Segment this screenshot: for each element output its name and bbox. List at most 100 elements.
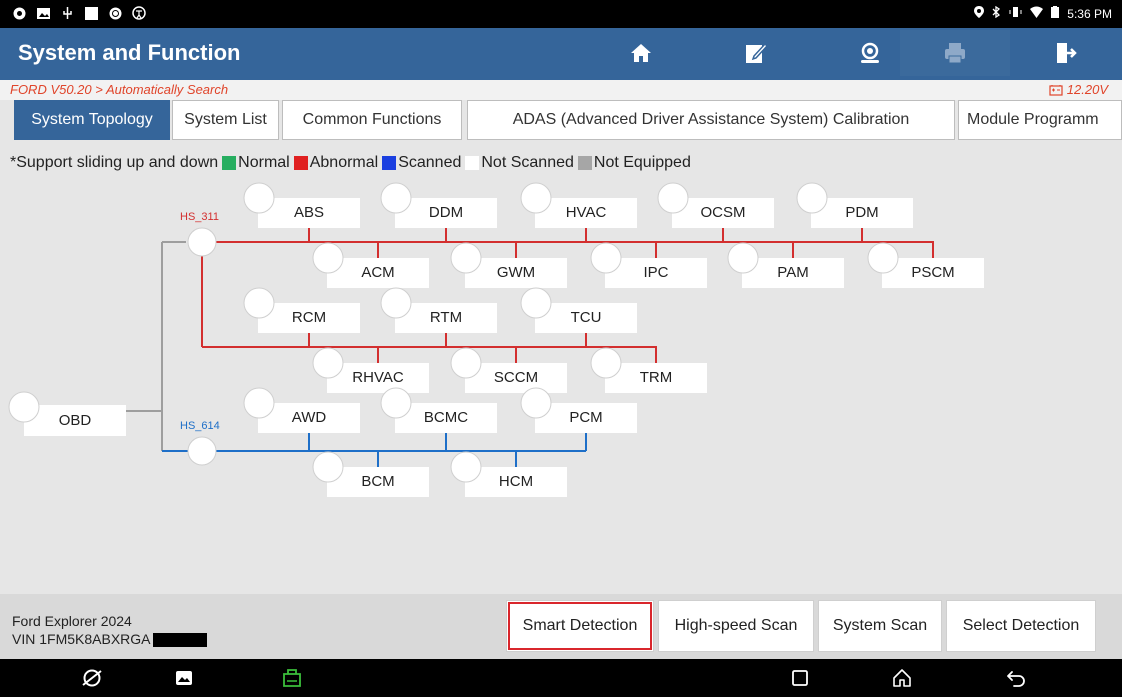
module-rcm[interactable]: RCM	[243, 287, 360, 333]
tab-system-list[interactable]: System List	[172, 100, 279, 140]
module-label: DDM	[429, 204, 463, 221]
bus-label-hs311: HS_311	[180, 211, 219, 223]
bus-node-hs311[interactable]	[187, 227, 217, 257]
module-bcm[interactable]: BCM	[312, 451, 429, 497]
car-battery-icon	[1049, 84, 1063, 96]
vci-connector-icon	[283, 669, 301, 687]
edit-report-icon	[746, 42, 768, 63]
module-sccm[interactable]: SCCM	[450, 347, 567, 393]
module-label: HCM	[499, 473, 533, 490]
edit-report-button[interactable]	[700, 30, 812, 76]
battery-icon	[1051, 6, 1060, 21]
tab-module-programming[interactable]: Module Programm	[958, 100, 1122, 140]
legend-not-equipped: Not Equipped	[593, 154, 691, 171]
bluetooth-icon	[992, 5, 1001, 21]
image-notification-icon	[36, 6, 50, 20]
support-agent-icon	[861, 42, 879, 63]
module-gwm[interactable]: GWM	[450, 242, 567, 288]
legend-not-scanned: Not Scanned	[481, 154, 574, 171]
module-label-obd: OBD	[59, 412, 92, 429]
module-label: RTM	[430, 309, 462, 326]
home-icon	[631, 44, 651, 62]
tab-adas-calibration[interactable]: ADAS (Advanced Driver Assistance System)…	[467, 100, 955, 140]
gallery-icon	[176, 671, 192, 685]
bottom-action-bar: Ford Explorer 2024 VIN 1FM5K8ABXRGA Smar…	[0, 594, 1122, 659]
print-button[interactable]	[900, 30, 1010, 76]
vibrate-icon	[1009, 6, 1022, 21]
exit-button[interactable]	[1010, 30, 1122, 76]
vehicle-vin: VIN 1FM5K8ABXRGA	[12, 631, 151, 647]
module-label: PCM	[569, 409, 602, 426]
smart-detection-button[interactable]: Smart Detection	[506, 600, 654, 652]
accessibility-icon	[132, 6, 146, 20]
back-arrow-icon	[1007, 671, 1025, 687]
back-nav-button[interactable]	[1004, 667, 1028, 689]
tab-common-functions[interactable]: Common Functions	[282, 100, 462, 140]
module-pdm[interactable]: PDM	[796, 182, 913, 228]
module-ddm[interactable]: DDM	[380, 182, 497, 228]
module-label: BCMC	[424, 409, 468, 426]
vehicle-info: Ford Explorer 2024 VIN 1FM5K8ABXRGA	[12, 612, 207, 648]
module-label: PDM	[845, 204, 878, 221]
module-label: GWM	[497, 264, 535, 281]
module-rhvac[interactable]: RHVAC	[312, 347, 429, 393]
legend-not-scanned-swatch	[465, 156, 480, 170]
app-root: { "status": {"time": "5:36 PM"}, "header…	[0, 0, 1122, 697]
usb-icon	[60, 6, 74, 20]
legend-normal-swatch	[222, 156, 237, 170]
tab-system-topology[interactable]: System Topology	[14, 100, 170, 140]
home-button[interactable]	[585, 30, 697, 76]
legend-scanned: Scanned	[398, 154, 462, 171]
module-pcm[interactable]: PCM	[520, 387, 637, 433]
module-label: IPC	[643, 264, 668, 281]
module-pam[interactable]: PAM	[727, 242, 844, 288]
module-hvac[interactable]: HVAC	[520, 182, 637, 228]
module-ipc[interactable]: IPC	[590, 242, 707, 288]
module-bcmc[interactable]: BCMC	[380, 387, 497, 433]
module-label: HVAC	[566, 204, 607, 221]
module-label: OCSM	[701, 204, 746, 221]
legend-scanned-swatch	[382, 156, 397, 170]
module-pscm[interactable]: PSCM	[867, 242, 984, 288]
vin-redaction	[152, 633, 207, 648]
browser-button[interactable]	[80, 667, 104, 689]
module-label: TCU	[571, 309, 602, 326]
system-scan-button[interactable]: System Scan	[818, 600, 942, 652]
module-label: ACM	[361, 264, 394, 281]
legend-not-equipped-swatch	[577, 156, 592, 170]
module-acm[interactable]: ACM	[312, 242, 429, 288]
bus-node-hs614[interactable]	[187, 436, 217, 466]
module-hcm[interactable]: HCM	[450, 451, 567, 497]
vehicle-name: Ford Explorer 2024	[12, 613, 132, 629]
bus-label-hs614: HS_614	[180, 420, 220, 432]
home-nav-button[interactable]	[890, 667, 914, 689]
high-speed-scan-button[interactable]: High-speed Scan	[658, 600, 814, 652]
wifi-icon	[1030, 6, 1044, 21]
legend-hint: *Support sliding up and down	[10, 154, 219, 171]
legend-abnormal-swatch	[293, 156, 308, 170]
module-ocsm[interactable]: OCSM	[657, 182, 774, 228]
module-label: AWD	[292, 409, 327, 426]
clock-time: 5:36 PM	[1067, 6, 1112, 21]
module-label: PAM	[777, 264, 808, 281]
square-notification-icon	[84, 6, 98, 20]
module-rtm[interactable]: RTM	[380, 287, 497, 333]
battery-voltage: 12.20V	[1049, 82, 1108, 97]
status-legend: *Support sliding up and down Normal Abno…	[10, 154, 691, 172]
gallery-button[interactable]	[172, 667, 196, 689]
breadcrumb-path: FORD V50.20 > Automatically Search	[10, 82, 229, 97]
android-navigation-bar	[0, 659, 1122, 697]
module-tcu[interactable]: TCU	[520, 287, 637, 333]
legend-abnormal: Abnormal	[309, 154, 379, 171]
recent-apps-button[interactable]	[788, 667, 812, 689]
module-abs[interactable]: ABS	[243, 182, 360, 228]
module-obd[interactable]: OBD	[8, 391, 126, 436]
module-awd[interactable]: AWD	[243, 387, 360, 433]
legend-normal: Normal	[238, 154, 290, 171]
module-trm[interactable]: TRM	[590, 347, 707, 393]
vci-button[interactable]	[280, 667, 304, 689]
breadcrumb: FORD V50.20 > Automatically Search 12.20…	[0, 80, 1122, 100]
function-tabs: System Topology System List Common Funct…	[0, 100, 1122, 144]
select-detection-button[interactable]: Select Detection	[946, 600, 1096, 652]
module-label: PSCM	[911, 264, 954, 281]
